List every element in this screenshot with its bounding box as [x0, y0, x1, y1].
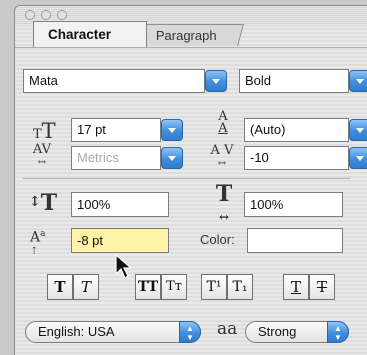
kerning-dropdown[interactable]	[161, 147, 183, 169]
leading-icon: AA	[218, 109, 228, 136]
font-family-field[interactable]: Mata	[23, 69, 205, 93]
strikethrough-icon: T	[316, 278, 327, 296]
font-style-dropdown[interactable]	[349, 70, 367, 92]
color-swatch[interactable]	[247, 228, 343, 253]
tab-paragraph[interactable]: Paragraph	[138, 24, 244, 46]
character-panel: Paragraph Character ▶ Mata Bold TT 17 pt…	[14, 5, 367, 355]
antialias-popup[interactable]: Strong ▲ ▼	[245, 321, 349, 343]
baseline-shift-value: -8 pt	[77, 233, 104, 248]
tab-paragraph-label: Paragraph	[155, 28, 217, 43]
tracking-value: -10	[250, 150, 269, 165]
tab-character-label: Character	[48, 27, 112, 42]
faux-bold-icon: T	[54, 278, 66, 296]
color-label: Color:	[200, 232, 235, 247]
all-caps-icon: TT	[137, 279, 159, 295]
baseline-shift-field[interactable]: -8 pt	[71, 228, 169, 253]
leading-value: (Auto)	[250, 122, 286, 137]
vertical-scale-icon: ↕T	[29, 190, 58, 216]
tracking-dropdown[interactable]	[349, 147, 367, 169]
font-size-value: 17 pt	[77, 122, 106, 137]
font-family-dropdown[interactable]	[205, 70, 227, 92]
all-caps-button[interactable]: TT	[135, 274, 161, 300]
horizontal-scale-value: 100%	[250, 197, 284, 212]
small-caps-icon: Tт	[166, 279, 182, 294]
kerning-value: Metrics	[77, 150, 119, 165]
faux-bold-button[interactable]: T	[47, 274, 73, 300]
underline-button[interactable]: T	[283, 274, 309, 300]
subscript-button[interactable]: T₁	[227, 274, 253, 300]
zoom-button[interactable]	[57, 10, 67, 20]
font-family-value: Mata	[29, 73, 58, 88]
vertical-scale-value: 100%	[77, 197, 111, 212]
minimize-button[interactable]	[41, 10, 51, 20]
baseline-shift-icon: Aa ⇡	[30, 229, 46, 257]
tracking-icon: A V ↔	[210, 143, 234, 169]
strikethrough-button[interactable]: T	[309, 274, 335, 300]
subscript-icon: T₁	[232, 279, 248, 295]
leading-dropdown[interactable]	[349, 119, 367, 141]
antialias-popup-arrows: ▲ ▼	[327, 321, 349, 343]
kerning-icon: AV ↔	[32, 142, 52, 168]
section-divider	[23, 178, 350, 179]
horizontal-scale-icon: T ↔	[215, 181, 233, 224]
superscript-icon: T¹	[206, 279, 222, 295]
font-size-icon: TT	[33, 119, 56, 143]
kerning-field[interactable]: Metrics	[71, 146, 161, 170]
antialias-value: Strong	[258, 324, 297, 339]
faux-italic-button[interactable]: T	[73, 274, 99, 300]
vertical-scale-field[interactable]: 100%	[71, 192, 169, 217]
close-button[interactable]	[25, 10, 35, 20]
small-caps-button[interactable]: Tт	[161, 274, 187, 300]
tracking-field[interactable]: -10	[244, 146, 349, 170]
leading-field[interactable]: (Auto)	[244, 118, 349, 142]
font-style-field[interactable]: Bold	[239, 69, 349, 93]
mouse-pointer-icon	[115, 254, 133, 279]
underline-icon: T	[290, 278, 301, 296]
superscript-button[interactable]: T¹	[201, 274, 227, 300]
faux-italic-icon: T	[80, 278, 91, 296]
language-value: English: USA	[38, 324, 115, 339]
font-size-dropdown[interactable]	[161, 119, 183, 141]
language-popup-arrows: ▲ ▼	[179, 321, 201, 343]
language-popup[interactable]: English: USA ▲ ▼	[25, 321, 201, 343]
font-size-field[interactable]: 17 pt	[71, 118, 161, 142]
tab-character[interactable]: Character	[33, 21, 147, 47]
antialias-icon: aa	[217, 319, 238, 339]
font-style-value: Bold	[245, 73, 272, 88]
horizontal-scale-field[interactable]: 100%	[244, 192, 343, 217]
